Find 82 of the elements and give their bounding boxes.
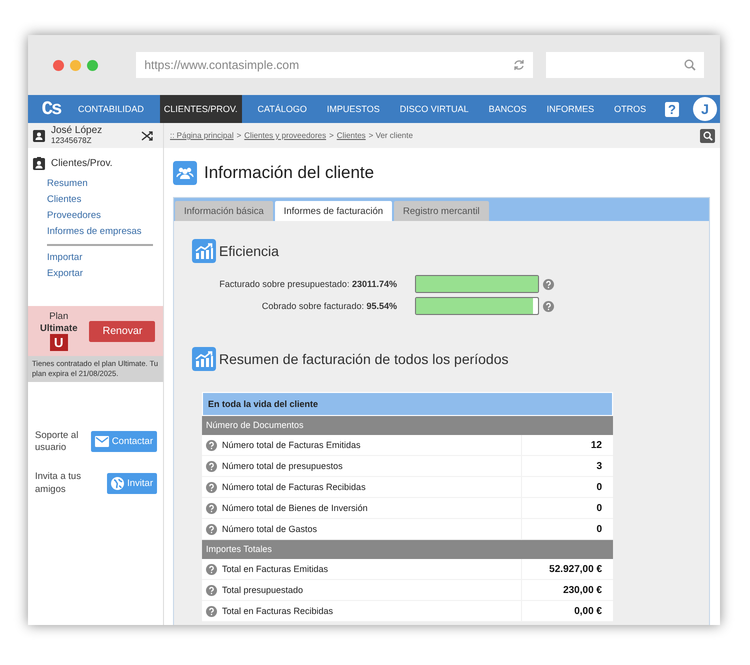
help-icon[interactable] xyxy=(206,564,217,574)
breadcrumb-link[interactable]: Clientes xyxy=(336,131,366,140)
table-cell: 52.927,00 € xyxy=(549,564,602,574)
table-cell: 0 xyxy=(596,524,602,534)
nav-item[interactable]: INFORMES xyxy=(542,95,598,123)
tab[interactable]: Informes de facturación xyxy=(274,201,392,221)
close-dot[interactable] xyxy=(53,60,64,70)
renew-button[interactable]: Renovar xyxy=(89,320,156,342)
meter-label: Facturado sobre presupuestado: 23011.74% xyxy=(218,279,397,289)
meter-label: Cobrado sobre facturado: 95.54% xyxy=(260,301,397,311)
table-cell: Número total de presupuestos xyxy=(222,461,343,471)
action-button[interactable]: Invitar xyxy=(107,473,157,494)
chart-growth-icon xyxy=(192,347,216,371)
tab[interactable]: Registro mercantil xyxy=(394,201,489,221)
support-text: Invita a tus amigos xyxy=(35,471,82,496)
address-bar[interactable]: https://www.contasimple.com xyxy=(136,52,534,78)
chart-growth-icon xyxy=(192,239,216,263)
table-header: En toda la vida del cliente xyxy=(202,392,613,416)
tab[interactable]: Información básica xyxy=(175,201,273,221)
nav-item[interactable]: BANCOS xyxy=(484,95,531,123)
plan-name: Ultimate xyxy=(40,322,78,334)
section-title: Resumen de facturación de todos los períodos xyxy=(219,351,509,367)
table-cell: 0 xyxy=(596,482,602,492)
search-button[interactable] xyxy=(700,128,715,142)
table-cell: Número total de Bienes de Inversión xyxy=(222,503,368,513)
breadcrumb-text: > xyxy=(236,131,242,140)
help-icon[interactable] xyxy=(543,300,554,312)
search-icon xyxy=(684,59,696,71)
plan-label: Plan xyxy=(49,310,68,322)
user-card-icon xyxy=(33,130,45,142)
breadcrumb-text: > Ver cliente xyxy=(368,131,413,140)
help-icon[interactable] xyxy=(206,524,217,534)
table-cell: 12 xyxy=(590,440,602,450)
reload-icon[interactable] xyxy=(513,59,526,71)
url-text: https://www.contasimple.com xyxy=(144,58,300,72)
table-cell: Número total de Facturas Emitidas xyxy=(222,440,361,450)
user-name: José López xyxy=(51,126,104,137)
browser-search-field[interactable] xyxy=(546,52,704,78)
table-cell: Total en Facturas Emitidas xyxy=(222,564,328,574)
user-id: 12345678Z xyxy=(51,136,92,145)
table-cell: Número total de Gastos xyxy=(222,524,318,534)
logo[interactable]: Cs xyxy=(28,95,74,123)
table-cell: 0,00 € xyxy=(574,606,602,616)
nav-item[interactable]: DISCO VIRTUAL xyxy=(396,95,473,123)
globe-icon xyxy=(111,477,124,490)
minimize-dot[interactable] xyxy=(70,60,81,70)
nav-item[interactable]: CATÁLOGO xyxy=(254,95,311,123)
help-icon[interactable] xyxy=(206,482,217,492)
table-cell: 0 xyxy=(596,502,602,514)
sidebar-title: Clientes/Prov. xyxy=(51,158,113,169)
table-section-header: Importes Totales xyxy=(202,540,613,559)
help-icon[interactable] xyxy=(206,460,217,472)
page-title: Información del cliente xyxy=(204,163,374,183)
people-icon xyxy=(173,161,197,185)
breadcrumb-link[interactable]: Clientes y proveedores xyxy=(244,131,326,140)
user-avatar[interactable]: J xyxy=(693,97,717,121)
nav-item[interactable]: CLIENTES/PROV. xyxy=(160,95,242,123)
help-icon[interactable] xyxy=(206,606,217,616)
mail-icon xyxy=(94,436,109,448)
breadcrumb-text: > xyxy=(329,131,334,140)
help-icon[interactable] xyxy=(206,584,217,596)
shuffle-icon[interactable] xyxy=(141,130,153,142)
nav-item[interactable]: IMPUESTOS xyxy=(322,95,384,123)
section-title: Eficiencia xyxy=(219,243,279,259)
action-button[interactable]: Contactar xyxy=(90,431,157,452)
table-cell: 230,00 € xyxy=(563,584,602,596)
clipboard-user-icon xyxy=(33,157,45,170)
help-icon[interactable] xyxy=(206,502,217,514)
nav-item[interactable]: CONTABILIDAD xyxy=(74,95,148,123)
maximize-dot[interactable] xyxy=(87,60,98,70)
nav-item[interactable]: OTROS xyxy=(610,95,650,123)
plan-badge: U xyxy=(50,334,68,352)
table-cell: Número total de Facturas Recibidas xyxy=(222,482,366,492)
table-cell: Total presupuestado xyxy=(222,585,304,595)
table-cell: Total en Facturas Recibidas xyxy=(222,606,334,616)
table-section-header: Número de Documentos xyxy=(202,416,613,435)
help-button[interactable]: ? xyxy=(665,102,679,116)
help-icon[interactable] xyxy=(543,278,554,290)
help-icon[interactable] xyxy=(206,440,217,450)
breadcrumb-link[interactable]: :: Página principal xyxy=(170,131,234,140)
table-cell: 3 xyxy=(596,460,602,472)
support-text: Soporte al usuario xyxy=(35,430,80,454)
